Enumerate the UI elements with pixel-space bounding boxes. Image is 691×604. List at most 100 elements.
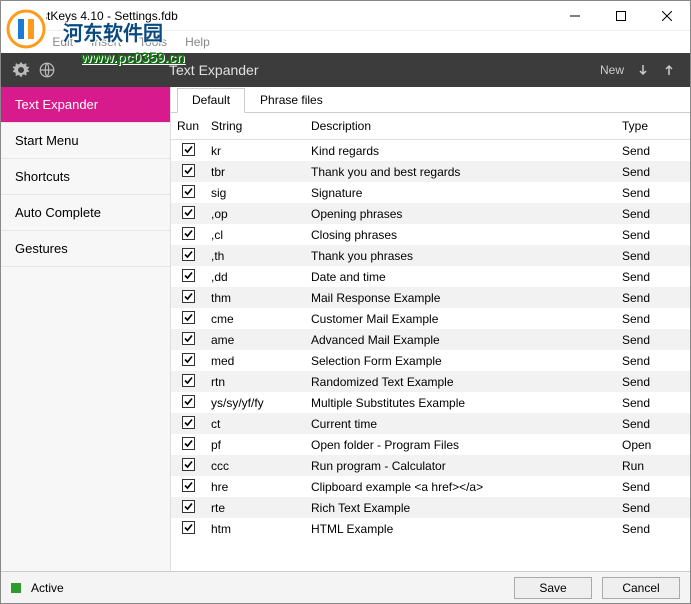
maximize-button[interactable]: [598, 1, 644, 31]
menu-help[interactable]: Help: [177, 33, 218, 51]
run-checkbox[interactable]: [182, 206, 195, 219]
watermark-bg: [1, 1, 46, 46]
arrow-down-icon[interactable]: [636, 63, 650, 77]
table-row[interactable]: tbrThank you and best regardsSend: [171, 161, 690, 182]
run-checkbox[interactable]: [182, 185, 195, 198]
cell-description: Randomized Text Example: [305, 371, 616, 392]
table-scroll[interactable]: Run String Description Type krKind regar…: [171, 113, 690, 571]
cell-type: Send: [616, 392, 690, 413]
status-indicator-icon: [11, 583, 21, 593]
sidebar-item-auto-complete[interactable]: Auto Complete: [1, 195, 170, 231]
cell-string: sig: [205, 182, 305, 203]
run-checkbox[interactable]: [182, 521, 195, 534]
cell-description: Signature: [305, 182, 616, 203]
tab-default[interactable]: Default: [177, 88, 245, 113]
cell-string: ccc: [205, 455, 305, 476]
cell-description: Run program - Calculator: [305, 455, 616, 476]
table-row[interactable]: ys/sy/yf/fyMultiple Substitutes ExampleS…: [171, 392, 690, 413]
run-checkbox[interactable]: [182, 374, 195, 387]
window-title: FastKeys 4.10 - Settings.fdb: [27, 9, 178, 23]
cell-type: Send: [616, 371, 690, 392]
cell-description: Closing phrases: [305, 224, 616, 245]
cell-description: Mail Response Example: [305, 287, 616, 308]
cell-description: Opening phrases: [305, 203, 616, 224]
run-checkbox[interactable]: [182, 458, 195, 471]
run-checkbox[interactable]: [182, 143, 195, 156]
table-row[interactable]: ,thThank you phrasesSend: [171, 245, 690, 266]
cell-string: rtn: [205, 371, 305, 392]
save-button[interactable]: Save: [514, 577, 592, 599]
cell-type: Send: [616, 161, 690, 182]
cell-description: Open folder - Program Files: [305, 434, 616, 455]
cell-type: Send: [616, 350, 690, 371]
run-checkbox[interactable]: [182, 164, 195, 177]
cell-type: Send: [616, 497, 690, 518]
table-row[interactable]: sigSignatureSend: [171, 182, 690, 203]
titlebar: FastKeys 4.10 - Settings.fdb: [1, 1, 690, 31]
col-type[interactable]: Type: [616, 113, 690, 140]
cell-string: ,dd: [205, 266, 305, 287]
run-checkbox[interactable]: [182, 269, 195, 282]
table-row[interactable]: medSelection Form ExampleSend: [171, 350, 690, 371]
table-row[interactable]: cccRun program - CalculatorRun: [171, 455, 690, 476]
cell-string: kr: [205, 140, 305, 162]
cell-string: thm: [205, 287, 305, 308]
col-string[interactable]: String: [205, 113, 305, 140]
section-title: Text Expander: [169, 62, 259, 78]
table-row[interactable]: pfOpen folder - Program FilesOpen: [171, 434, 690, 455]
menu-insert[interactable]: Insert: [83, 33, 129, 51]
cell-type: Send: [616, 224, 690, 245]
cell-description: Selection Form Example: [305, 350, 616, 371]
run-checkbox[interactable]: [182, 395, 195, 408]
table-row[interactable]: htmHTML ExampleSend: [171, 518, 690, 539]
run-checkbox[interactable]: [182, 416, 195, 429]
statusbar: Active Save Cancel: [1, 571, 690, 603]
gear-icon[interactable]: [9, 58, 33, 82]
run-checkbox[interactable]: [182, 437, 195, 450]
cancel-button[interactable]: Cancel: [602, 577, 680, 599]
sidebar-item-start-menu[interactable]: Start Menu: [1, 123, 170, 159]
minimize-button[interactable]: [552, 1, 598, 31]
cell-type: Send: [616, 518, 690, 539]
run-checkbox[interactable]: [182, 500, 195, 513]
cell-type: Send: [616, 329, 690, 350]
close-button[interactable]: [644, 1, 690, 31]
table-row[interactable]: ctCurrent timeSend: [171, 413, 690, 434]
tab-phrase-files[interactable]: Phrase files: [245, 88, 338, 113]
table-row[interactable]: ,clClosing phrasesSend: [171, 224, 690, 245]
cell-string: tbr: [205, 161, 305, 182]
cell-description: Customer Mail Example: [305, 308, 616, 329]
cell-type: Send: [616, 266, 690, 287]
col-run[interactable]: Run: [171, 113, 205, 140]
sidebar-item-shortcuts[interactable]: Shortcuts: [1, 159, 170, 195]
globe-icon[interactable]: [35, 58, 59, 82]
cell-string: ct: [205, 413, 305, 434]
table-row[interactable]: krKind regardsSend: [171, 140, 690, 162]
run-checkbox[interactable]: [182, 332, 195, 345]
table-row[interactable]: rtnRandomized Text ExampleSend: [171, 371, 690, 392]
table-row[interactable]: hreClipboard example <a href></a>Send: [171, 476, 690, 497]
menu-tools[interactable]: Tools: [131, 33, 175, 51]
table-row[interactable]: rteRich Text ExampleSend: [171, 497, 690, 518]
run-checkbox[interactable]: [182, 248, 195, 261]
cell-type: Send: [616, 287, 690, 308]
col-description[interactable]: Description: [305, 113, 616, 140]
cell-string: pf: [205, 434, 305, 455]
run-checkbox[interactable]: [182, 227, 195, 240]
table-row[interactable]: ,opOpening phrasesSend: [171, 203, 690, 224]
menu-edit[interactable]: Edit: [44, 33, 81, 51]
arrow-up-icon[interactable]: [662, 63, 676, 77]
run-checkbox[interactable]: [182, 479, 195, 492]
table-row[interactable]: ameAdvanced Mail ExampleSend: [171, 329, 690, 350]
new-button[interactable]: New: [600, 63, 624, 77]
sidebar-item-text-expander[interactable]: Text Expander: [1, 87, 170, 123]
table-row[interactable]: cmeCustomer Mail ExampleSend: [171, 308, 690, 329]
run-checkbox[interactable]: [182, 353, 195, 366]
cell-string: ,cl: [205, 224, 305, 245]
run-checkbox[interactable]: [182, 311, 195, 324]
cell-description: Rich Text Example: [305, 497, 616, 518]
run-checkbox[interactable]: [182, 290, 195, 303]
table-row[interactable]: ,ddDate and timeSend: [171, 266, 690, 287]
sidebar-item-gestures[interactable]: Gestures: [1, 231, 170, 267]
table-row[interactable]: thmMail Response ExampleSend: [171, 287, 690, 308]
